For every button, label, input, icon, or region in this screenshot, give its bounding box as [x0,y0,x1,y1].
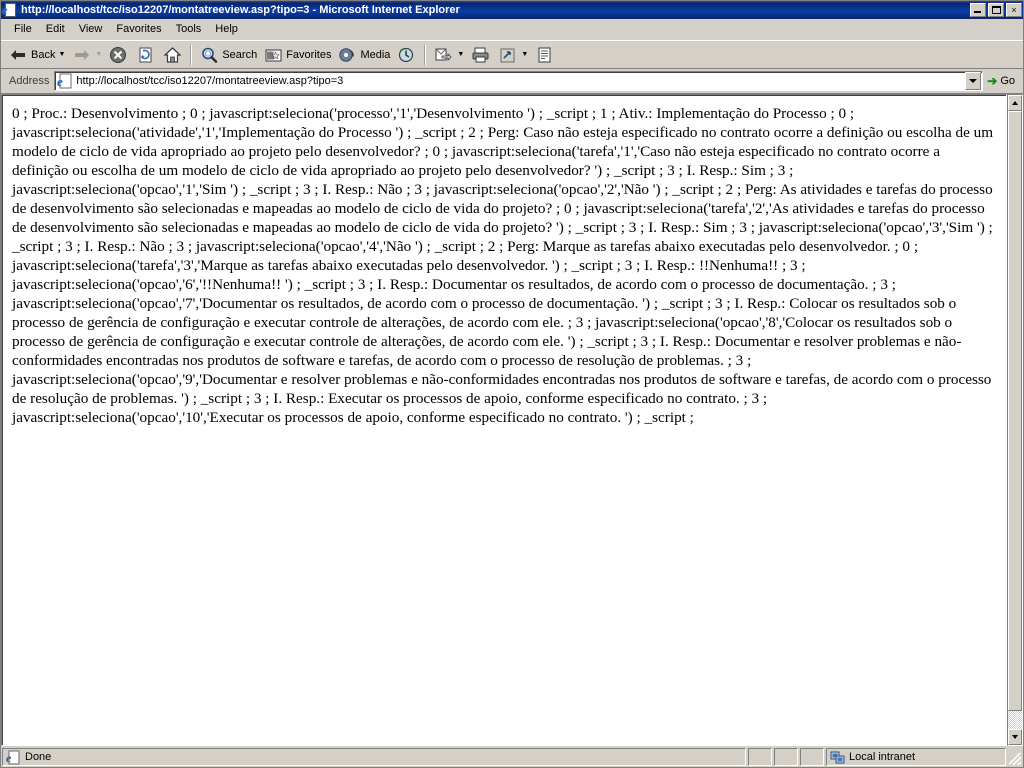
back-dropdown-icon[interactable]: ▼ [58,51,65,58]
title-bar[interactable]: e http://localhost/tcc/iso12207/montatre… [1,1,1023,19]
ie-page-icon: e [6,750,22,765]
refresh-icon [135,45,156,65]
toolbar-separator-2 [424,44,427,65]
address-input[interactable]: e http://localhost/tcc/iso12207/montatre… [54,71,984,91]
back-label: Back [31,48,56,61]
address-label: Address [9,75,50,87]
window-title: http://localhost/tcc/iso12207/montatreev… [21,4,460,16]
search-button[interactable]: Search [196,44,260,66]
menu-file[interactable]: File [7,21,39,38]
edit-button[interactable]: ▼ [494,44,531,66]
security-zone-label: Local intranet [849,751,916,763]
vertical-scrollbar[interactable] [1007,94,1023,746]
status-panel-1 [748,748,772,766]
home-icon [162,45,183,65]
forward-arrow-icon [71,45,92,65]
discuss-button[interactable] [531,44,558,66]
address-url-text: http://localhost/tcc/iso12207/montatreev… [76,75,344,87]
address-bar: Address e http://localhost/tcc/iso12207/… [1,69,1023,94]
forward-button[interactable]: ▼ [68,44,105,66]
ie-page-icon: e [57,73,73,89]
menu-tools[interactable]: Tools [169,21,209,38]
edit-dropdown-icon[interactable]: ▼ [521,51,528,58]
go-label: Go [1000,75,1015,87]
resize-grip[interactable] [1008,748,1022,766]
back-arrow-icon [8,45,29,65]
triangle-down-icon [1012,735,1018,739]
close-button[interactable]: × [1006,3,1022,17]
scrollbar-track[interactable] [1008,111,1022,729]
page-text: 0 ; Proc.: Desenvolvimento ; 0 ; javascr… [12,105,994,426]
minimize-button[interactable] [970,3,986,17]
media-button[interactable]: Media [334,44,393,66]
search-icon [199,45,220,65]
triangle-up-icon [1012,101,1018,105]
security-zone-panel[interactable]: Local intranet [826,748,1006,766]
home-button[interactable] [159,44,186,66]
favorites-folder-icon [263,45,284,65]
document-viewport: 0 ; Proc.: Desenvolvimento ; 0 ; javascr… [1,94,1007,746]
browser-window: e http://localhost/tcc/iso12207/montatre… [0,0,1024,768]
go-button[interactable]: ➔ Go [983,74,1021,88]
toolbar-separator-1 [190,44,193,65]
history-icon [396,45,417,65]
status-message: Done [25,751,52,763]
media-icon [337,45,358,65]
stop-icon [108,45,129,65]
scroll-up-button[interactable] [1008,95,1022,111]
address-dropdown-button[interactable] [965,72,982,90]
status-message-panel: e Done [2,748,746,766]
status-panel-3 [800,748,824,766]
toolbar: Back ▼ ▼ Search Favorites Media ▼ ▼ [1,40,1023,69]
scroll-down-button[interactable] [1008,729,1022,745]
mail-icon [433,45,454,65]
status-panel-2 [774,748,798,766]
menu-edit[interactable]: Edit [39,21,72,38]
chevron-down-icon [969,79,978,83]
history-button[interactable] [393,44,420,66]
back-button[interactable]: Back ▼ [5,44,68,66]
go-arrow-icon: ➔ [987,74,998,88]
menu-view[interactable]: View [72,21,110,38]
menu-bar: File Edit View Favorites Tools Help [1,19,1023,40]
favorites-label: Favorites [286,48,332,61]
status-bar: e Done Local intranet [1,746,1023,767]
refresh-button[interactable] [132,44,159,66]
favorites-button[interactable]: Favorites [260,44,334,66]
content-area: 0 ; Proc.: Desenvolvimento ; 0 ; javascr… [1,94,1023,746]
maximize-button[interactable] [988,3,1004,17]
window-controls: × [970,3,1022,17]
search-label: Search [222,48,258,61]
mail-dropdown-icon[interactable]: ▼ [457,51,464,58]
mail-button[interactable]: ▼ [430,44,467,66]
discussion-icon [534,45,555,65]
stop-button[interactable] [105,44,132,66]
menu-help[interactable]: Help [208,21,245,38]
forward-dropdown-icon[interactable]: ▼ [95,51,102,58]
media-label: Media [360,48,391,61]
svg-text:e: e [6,751,12,765]
intranet-zone-icon [830,750,846,765]
svg-text:e: e [57,74,63,89]
print-button[interactable] [467,44,494,66]
ie-page-icon: e [2,3,17,17]
scrollbar-thumb[interactable] [1008,111,1022,711]
menu-favorites[interactable]: Favorites [109,21,168,38]
edit-page-icon [497,45,518,65]
printer-icon [470,45,491,65]
